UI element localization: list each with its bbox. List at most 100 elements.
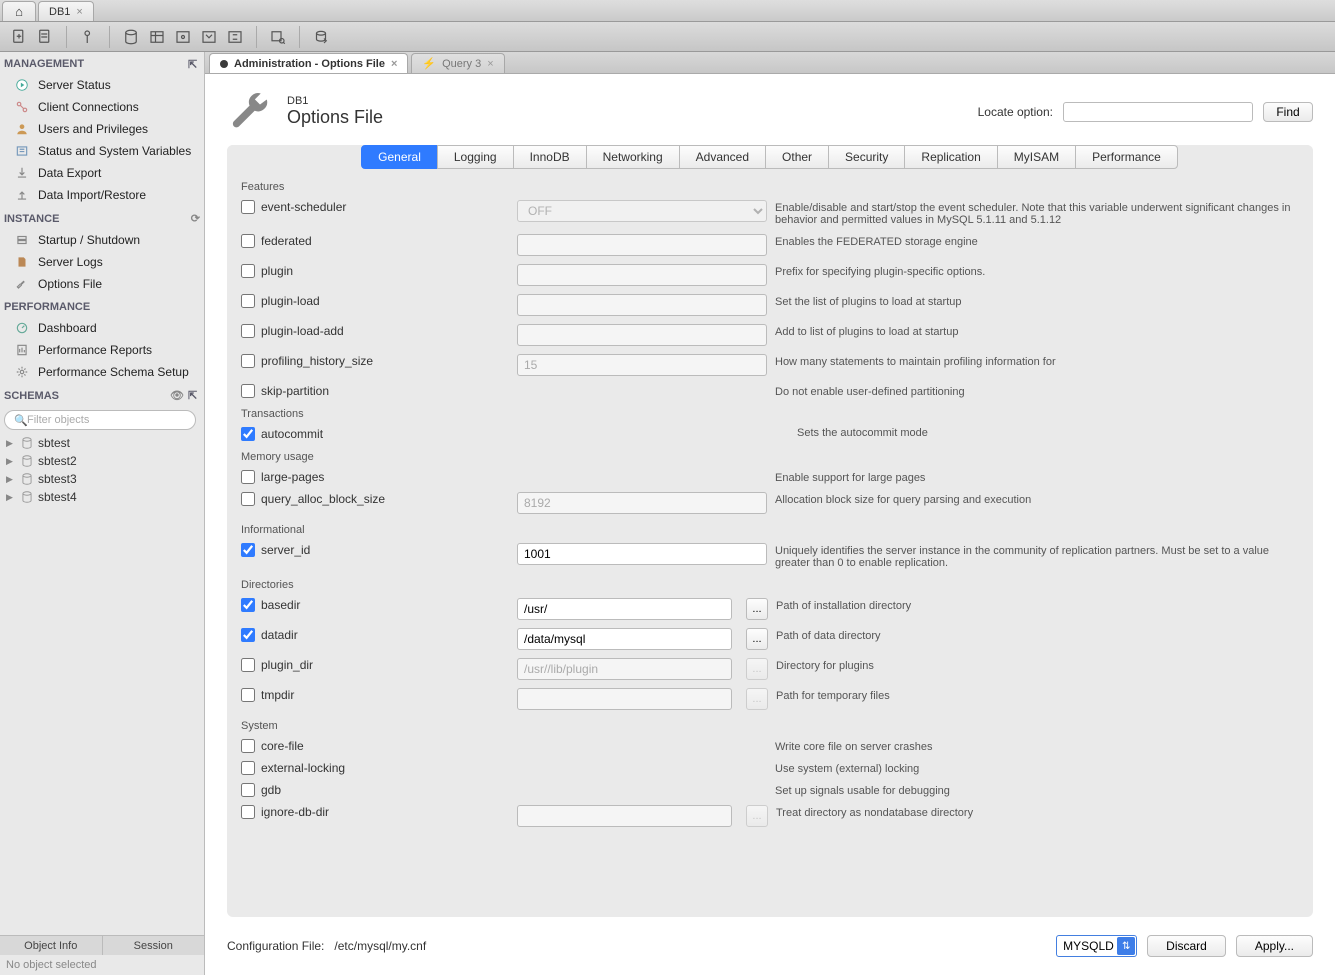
plugin-checkbox[interactable] [241,264,255,278]
sidebar-item-perf-schema[interactable]: Performance Schema Setup [0,361,204,383]
close-icon[interactable]: × [487,58,493,70]
tab-innodb[interactable]: InnoDB [513,145,587,169]
table-icon[interactable] [146,26,168,48]
home-tab[interactable]: ⌂ [2,1,36,21]
find-button[interactable]: Find [1263,102,1313,122]
schema-filter-input[interactable] [4,410,196,430]
sidebar-item-data-export[interactable]: Data Export [0,162,204,184]
external-locking-checkbox[interactable] [241,761,255,775]
database-icon [20,436,34,450]
popout-icon[interactable]: ⇱ [188,58,200,70]
basedir-input[interactable] [517,598,732,620]
plugin-input[interactable] [517,264,767,286]
proc-icon[interactable] [198,26,220,48]
tmpdir-input[interactable] [517,688,732,710]
export-icon [14,165,30,181]
sidebar-item-client-connections[interactable]: Client Connections [0,96,204,118]
tab-advanced[interactable]: Advanced [679,145,766,169]
datadir-input[interactable] [517,628,732,650]
datadir-checkbox[interactable] [241,628,255,642]
server-id-checkbox[interactable] [241,543,255,557]
sidebar-item-perf-reports[interactable]: Performance Reports [0,339,204,361]
schema-item[interactable]: ▶sbtest [0,434,204,452]
tab-security[interactable]: Security [828,145,905,169]
refresh-icon[interactable]: ⟳ [191,212,200,225]
tab-object-info[interactable]: Object Info [0,936,103,955]
apply-button[interactable]: Apply... [1236,935,1313,957]
close-icon[interactable]: × [76,6,82,18]
sidebar-item-options-file[interactable]: Options File [0,273,204,295]
schema-item[interactable]: ▶sbtest3 [0,470,204,488]
tab-session[interactable]: Session [103,936,205,955]
sidebar-item-users[interactable]: Users and Privileges [0,118,204,140]
view-icon[interactable] [172,26,194,48]
tab-myisam[interactable]: MyISAM [997,145,1076,169]
sidebar-item-dashboard[interactable]: Dashboard [0,317,204,339]
large-pages-checkbox[interactable] [241,470,255,484]
reconnect-icon[interactable] [310,26,332,48]
tmpdir-browse-button[interactable]: ... [746,688,768,710]
func-icon[interactable] [224,26,246,48]
sidebar-item-server-status[interactable]: Server Status [0,74,204,96]
db1-tab[interactable]: DB1 × [38,1,94,21]
tab-general[interactable]: General [361,145,438,169]
sidebar-item-server-logs[interactable]: Server Logs [0,251,204,273]
event-scheduler-select[interactable]: OFF [517,200,767,222]
schema-item[interactable]: ▶sbtest2 [0,452,204,470]
tab-performance[interactable]: Performance [1075,145,1178,169]
close-icon[interactable]: × [391,58,397,70]
tab-admin-options[interactable]: Administration - Options File × [209,53,408,73]
basedir-checkbox[interactable] [241,598,255,612]
datadir-browse-button[interactable]: ... [746,628,768,650]
schema-item[interactable]: ▶sbtest4 [0,488,204,506]
sidebar-item-status-vars[interactable]: Status and System Variables [0,140,204,162]
eye-icon[interactable]: 👁 [170,389,184,402]
opt-label: gdb [261,783,281,797]
new-sql-file-icon[interactable] [8,26,30,48]
plugin-load-add-checkbox[interactable] [241,324,255,338]
autocommit-checkbox[interactable] [241,427,255,441]
plugin-load-input[interactable] [517,294,767,316]
opt-desc: Do not enable user-defined partitioning [775,384,1301,398]
options-scroll[interactable]: Features event-schedulerOFFEnable/disabl… [227,169,1313,917]
tab-replication[interactable]: Replication [904,145,997,169]
locate-input[interactable] [1063,102,1253,122]
federated-input[interactable] [517,234,767,256]
federated-checkbox[interactable] [241,234,255,248]
profiling-checkbox[interactable] [241,354,255,368]
section-select[interactable]: MYSQLD [1056,935,1137,957]
tab-logging[interactable]: Logging [437,145,514,169]
discard-button[interactable]: Discard [1147,935,1226,957]
toolbar [0,22,1335,52]
plugin-dir-browse-button[interactable]: ... [746,658,768,680]
plugin-dir-input[interactable] [517,658,732,680]
event-scheduler-checkbox[interactable] [241,200,255,214]
plugin-dir-checkbox[interactable] [241,658,255,672]
inspector-icon[interactable] [77,26,99,48]
opt-desc: Enable/disable and start/stop the event … [775,200,1301,226]
tmpdir-checkbox[interactable] [241,688,255,702]
ignore-db-dir-input[interactable] [517,805,732,827]
tab-networking[interactable]: Networking [586,145,680,169]
profiling-input[interactable] [517,354,767,376]
ignore-db-dir-checkbox[interactable] [241,805,255,819]
query-alloc-input[interactable] [517,492,767,514]
sidebar-item-data-import[interactable]: Data Import/Restore [0,184,204,206]
db-icon[interactable] [120,26,142,48]
plugin-load-add-input[interactable] [517,324,767,346]
plugin-load-checkbox[interactable] [241,294,255,308]
ignore-db-browse-button[interactable]: ... [746,805,768,827]
tab-other[interactable]: Other [765,145,829,169]
sidebar-item-startup[interactable]: Startup / Shutdown [0,229,204,251]
tab-query3[interactable]: ⚡ Query 3 × [411,53,504,73]
gdb-checkbox[interactable] [241,783,255,797]
opt-desc: Write core file on server crashes [775,739,1301,753]
open-sql-file-icon[interactable] [34,26,56,48]
basedir-browse-button[interactable]: ... [746,598,768,620]
server-id-input[interactable] [517,543,767,565]
popout-icon[interactable]: ⇱ [188,389,200,401]
query-alloc-checkbox[interactable] [241,492,255,506]
skip-partition-checkbox[interactable] [241,384,255,398]
search-table-icon[interactable] [267,26,289,48]
core-file-checkbox[interactable] [241,739,255,753]
